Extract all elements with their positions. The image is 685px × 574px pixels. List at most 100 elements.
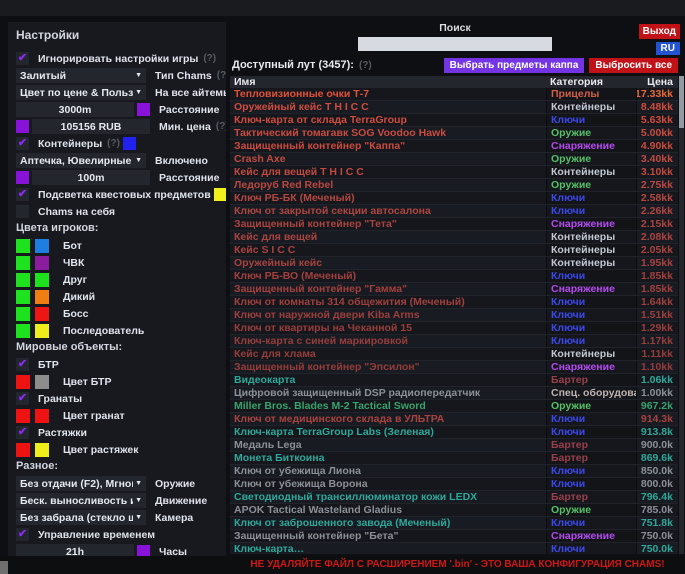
color-swatch-secondary[interactable] (35, 290, 49, 304)
table-row[interactable]: APOK Tactical Wasteland GladiusОружие785… (230, 504, 678, 517)
table-row[interactable]: Кейс для вещей T H I C CКонтейнеры3.10kk (230, 166, 678, 179)
column-header-price[interactable]: Цена (636, 76, 678, 88)
language-button[interactable]: RU (656, 42, 680, 55)
color-swatch[interactable] (137, 545, 150, 556)
loot-item-price: 800.0k (636, 478, 678, 490)
table-row[interactable]: Тактический томагавк SOG Voodoo HawkОруж… (230, 127, 678, 140)
table-row[interactable]: Тепловизионные очки Т-7Прицелы17.33kk (230, 88, 678, 101)
color-swatch[interactable] (137, 103, 150, 116)
dropdown[interactable]: Аптечка, Ювелирные и...▼ (16, 153, 146, 168)
loot-item-price: 5.00kk (636, 127, 678, 139)
dropdown[interactable]: Без отдачи (F2), Мгновенное п▼ (16, 476, 146, 491)
table-row[interactable]: Ключ от убежища ВоронаКлючи800.0k (230, 478, 678, 491)
table-row[interactable]: Защищенный контейнер "Тета"Снаряжение2.1… (230, 218, 678, 231)
color-swatch-secondary[interactable] (35, 443, 49, 457)
table-row[interactable]: Ключ от квартиры на Чеканной 15Ключи1.29… (230, 322, 678, 335)
color-swatch-secondary[interactable] (35, 409, 49, 423)
table-row[interactable]: ВидеокартаБартер1.06kk (230, 374, 678, 387)
loot-item-name: Тактический томагавк SOG Voodoo Hawk (230, 127, 546, 139)
checkbox[interactable] (16, 426, 29, 439)
table-row[interactable]: Цифровой защищенный DSP радиопередатчикС… (230, 387, 678, 400)
checkbox[interactable] (16, 137, 29, 150)
table-row[interactable]: Светодиодный трансиллюминатор кожи LEDXБ… (230, 491, 678, 504)
table-row[interactable]: Кейс для хламаКонтейнеры1.11kk (230, 348, 678, 361)
table-scrollbar[interactable] (679, 76, 684, 554)
scrollbar-thumb[interactable] (679, 76, 684, 128)
color-swatch[interactable] (16, 171, 29, 184)
text-input[interactable]: 105156 RUB (32, 119, 150, 134)
column-header-name[interactable]: Имя (230, 76, 546, 88)
dropdown-label: Оружие (155, 478, 195, 490)
loot-item-category: Ключи (546, 114, 636, 126)
loot-item-price: 1.10kk (636, 361, 678, 373)
table-row[interactable]: Ледоруб Red RebelОружие2.75kk (230, 179, 678, 192)
table-row[interactable]: Ключ-карта от склада TerraGroupКлючи5.63… (230, 114, 678, 127)
table-row[interactable]: Оружейный кейс T H I C CКонтейнеры8.48kk (230, 101, 678, 114)
color-swatch-primary[interactable] (16, 307, 30, 321)
table-row[interactable]: Ключ от закрытой секции автосалонаКлючи2… (230, 205, 678, 218)
table-row[interactable]: Ключ от наружной двери Kiba ArmsКлючи1.5… (230, 309, 678, 322)
checkbox[interactable] (16, 188, 29, 201)
dropdown-value: Без забрала (стекло шлема) (20, 512, 133, 524)
color-swatch-primary[interactable] (16, 324, 30, 338)
color-swatch-secondary[interactable] (35, 239, 49, 253)
drop-all-button[interactable]: Выбросить все (589, 58, 678, 73)
color-swatch-secondary[interactable] (35, 324, 49, 338)
table-row[interactable]: Кейс для вещейКонтейнеры2.08kk (230, 231, 678, 244)
color-swatch-primary[interactable] (16, 239, 30, 253)
dropdown-label: Камера (155, 512, 193, 524)
table-row[interactable]: Ключ от убежища ЛионаКлючи850.0k (230, 465, 678, 478)
table-row[interactable]: Ключ-карта…Ключи750.0k (230, 543, 678, 554)
exit-button[interactable]: Выход (639, 24, 680, 39)
corner-handle[interactable] (0, 561, 8, 574)
table-row[interactable]: Медаль LegaБартер900.0k (230, 439, 678, 452)
table-row[interactable]: Кейс S I C CКонтейнеры2.05kk (230, 244, 678, 257)
table-row[interactable]: Ключ от комнаты 314 общежития (Меченый)К… (230, 296, 678, 309)
column-header-category[interactable]: Категория (546, 76, 636, 88)
color-swatch-primary[interactable] (16, 290, 30, 304)
dropdown[interactable]: Цвет по цене & Пользователь▼ (16, 85, 146, 100)
table-row[interactable]: Ключ РБ-ВО (Меченый)Ключи1.85kk (230, 270, 678, 283)
color-swatch-secondary[interactable] (35, 375, 49, 389)
settings-row: 100mРасстояние (16, 170, 218, 185)
dropdown[interactable]: Беск. выносливость и нет уста▼ (16, 493, 146, 508)
table-row[interactable]: Ключ-карта TerraGroup Labs (Зеленая)Ключ… (230, 426, 678, 439)
color-swatch-primary[interactable] (16, 256, 30, 270)
text-input[interactable]: 100m (32, 170, 150, 185)
table-row[interactable]: Защищенный контейнер "Каппа"Снаряжение4.… (230, 140, 678, 153)
table-row[interactable]: Защищенный контейнер "Бета"Снаряжение750… (230, 530, 678, 543)
checkbox[interactable] (16, 392, 29, 405)
color-swatch-secondary[interactable] (35, 273, 49, 287)
table-row[interactable]: Crash AxeОружие3.40kk (230, 153, 678, 166)
checkbox[interactable] (16, 358, 29, 371)
checkbox[interactable] (16, 528, 29, 541)
table-row[interactable]: Ключ-карта с синей маркировкойКлючи1.17k… (230, 335, 678, 348)
text-input[interactable]: 21h (16, 544, 134, 556)
table-row[interactable]: Ключ от заброшенного завода (Меченый)Клю… (230, 517, 678, 530)
color-swatch[interactable] (123, 137, 136, 150)
color-swatch[interactable] (214, 188, 226, 201)
table-row[interactable]: Монета БиткоинаБартер869.6k (230, 452, 678, 465)
table-row[interactable]: Miller Bros. Blades M-2 Tactical SwordОр… (230, 400, 678, 413)
checkbox[interactable] (16, 52, 29, 65)
color-swatch-primary[interactable] (16, 375, 30, 389)
text-input[interactable]: 3000m (16, 102, 134, 117)
color-swatch-primary[interactable] (16, 273, 30, 287)
table-row[interactable]: Защищенный контейнер "Эпсилон"Снаряжение… (230, 361, 678, 374)
table-row[interactable]: Оружейный кейсКонтейнеры1.95kk (230, 257, 678, 270)
color-swatch-secondary[interactable] (35, 307, 49, 321)
table-row[interactable]: Защищенный контейнер "Гамма"Снаряжение1.… (230, 283, 678, 296)
dropdown[interactable]: Без забрала (стекло шлема)▼ (16, 510, 146, 525)
color-swatch-secondary[interactable] (35, 256, 49, 270)
color-swatch-primary[interactable] (16, 409, 30, 423)
select-kappa-items-button[interactable]: Выбрать предметы каппа (444, 58, 585, 73)
checkbox[interactable] (16, 205, 29, 218)
color-swatch-primary[interactable] (16, 443, 30, 457)
dropdown[interactable]: Залитый▼ (16, 68, 146, 83)
table-row[interactable]: Ключ РБ-БК (Меченый)Ключи2.58kk (230, 192, 678, 205)
settings-row: Аптечка, Ювелирные и...▼Включено (16, 153, 218, 168)
loot-item-name: Защищенный контейнер "Бета" (230, 530, 546, 542)
search-input[interactable] (358, 37, 552, 51)
table-row[interactable]: Ключ от медицинского склада в УЛЬТРАКлюч… (230, 413, 678, 426)
color-swatch[interactable] (16, 120, 29, 133)
